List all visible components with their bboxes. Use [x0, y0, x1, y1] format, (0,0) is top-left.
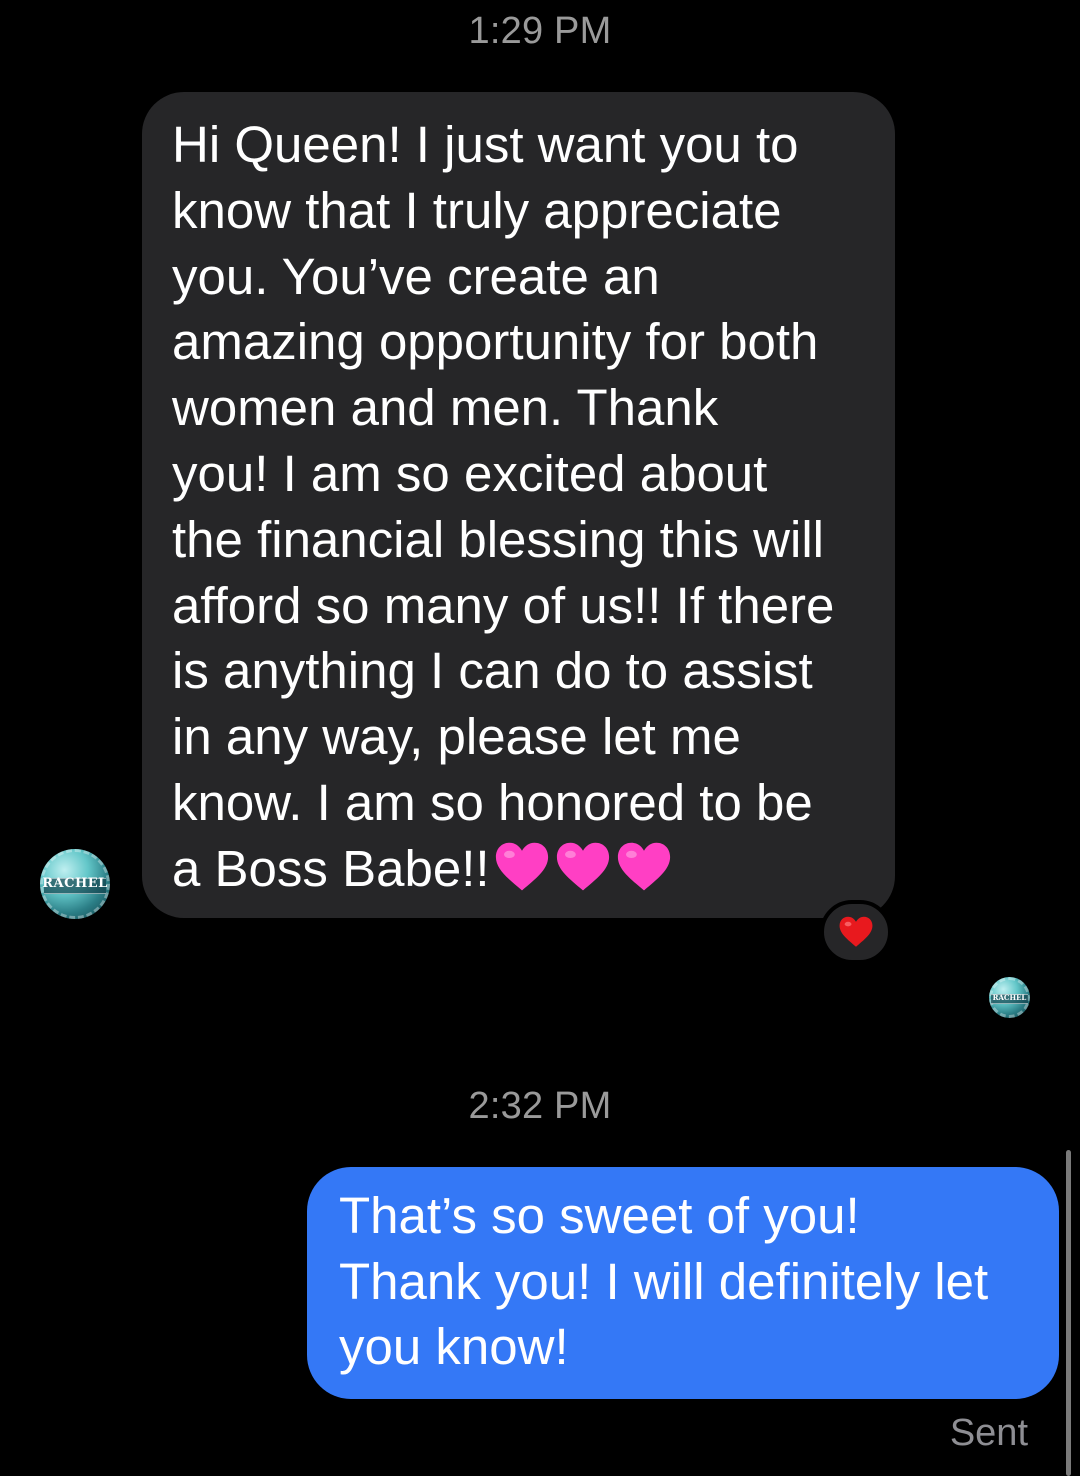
message-line: That’s so sweet of you!: [339, 1187, 860, 1244]
message-line: in any way, please let me: [172, 708, 741, 766]
avatar-label: RACHEL: [42, 876, 108, 891]
timestamp: 1:29 PM: [468, 10, 612, 52]
incoming-message-bubble[interactable]: Hi Queen! I just want you to know that I…: [142, 92, 895, 918]
read-receipt-avatar: RACHEL: [989, 977, 1030, 1018]
pink-heart-icon: [617, 842, 670, 891]
reaction-badge[interactable]: [820, 900, 892, 964]
message-line-text: a Boss Babe!!: [172, 839, 490, 897]
message-line: Thank you! I will definitely let: [339, 1252, 989, 1310]
delivery-status: Sent: [949, 1412, 1028, 1454]
message-line: afford so many of us!! If there: [172, 576, 835, 634]
message-line: you! I am so excited about: [172, 444, 768, 502]
message-line: know. I am so honored to be: [172, 773, 813, 831]
message-line: the financial blessing this will: [172, 510, 824, 568]
timestamp: 2:32 PM: [468, 1085, 612, 1127]
pink-heart-icon: [495, 842, 548, 891]
message-line-last: a Boss Babe!!: [172, 836, 871, 902]
pink-heart-icon: [556, 842, 609, 891]
message-line: Hi Queen! I just want you to: [172, 116, 799, 173]
red-heart-icon: [839, 916, 873, 947]
message-line: amazing opportunity for both: [172, 313, 819, 371]
message-line: know that I truly appreciate: [172, 181, 782, 239]
outgoing-message-bubble[interactable]: That’s so sweet of you! Thank you! I wil…: [307, 1167, 1059, 1399]
scrollbar[interactable]: [1066, 1150, 1071, 1476]
message-line: you. You’ve create an: [172, 247, 660, 305]
sender-avatar[interactable]: RACHEL: [40, 849, 110, 919]
avatar-label: RACHEL: [992, 993, 1027, 1002]
message-line: women and men. Thank: [172, 379, 719, 437]
message-line: is anything I can do to assist: [172, 642, 813, 700]
message-line: you know!: [339, 1318, 569, 1375]
